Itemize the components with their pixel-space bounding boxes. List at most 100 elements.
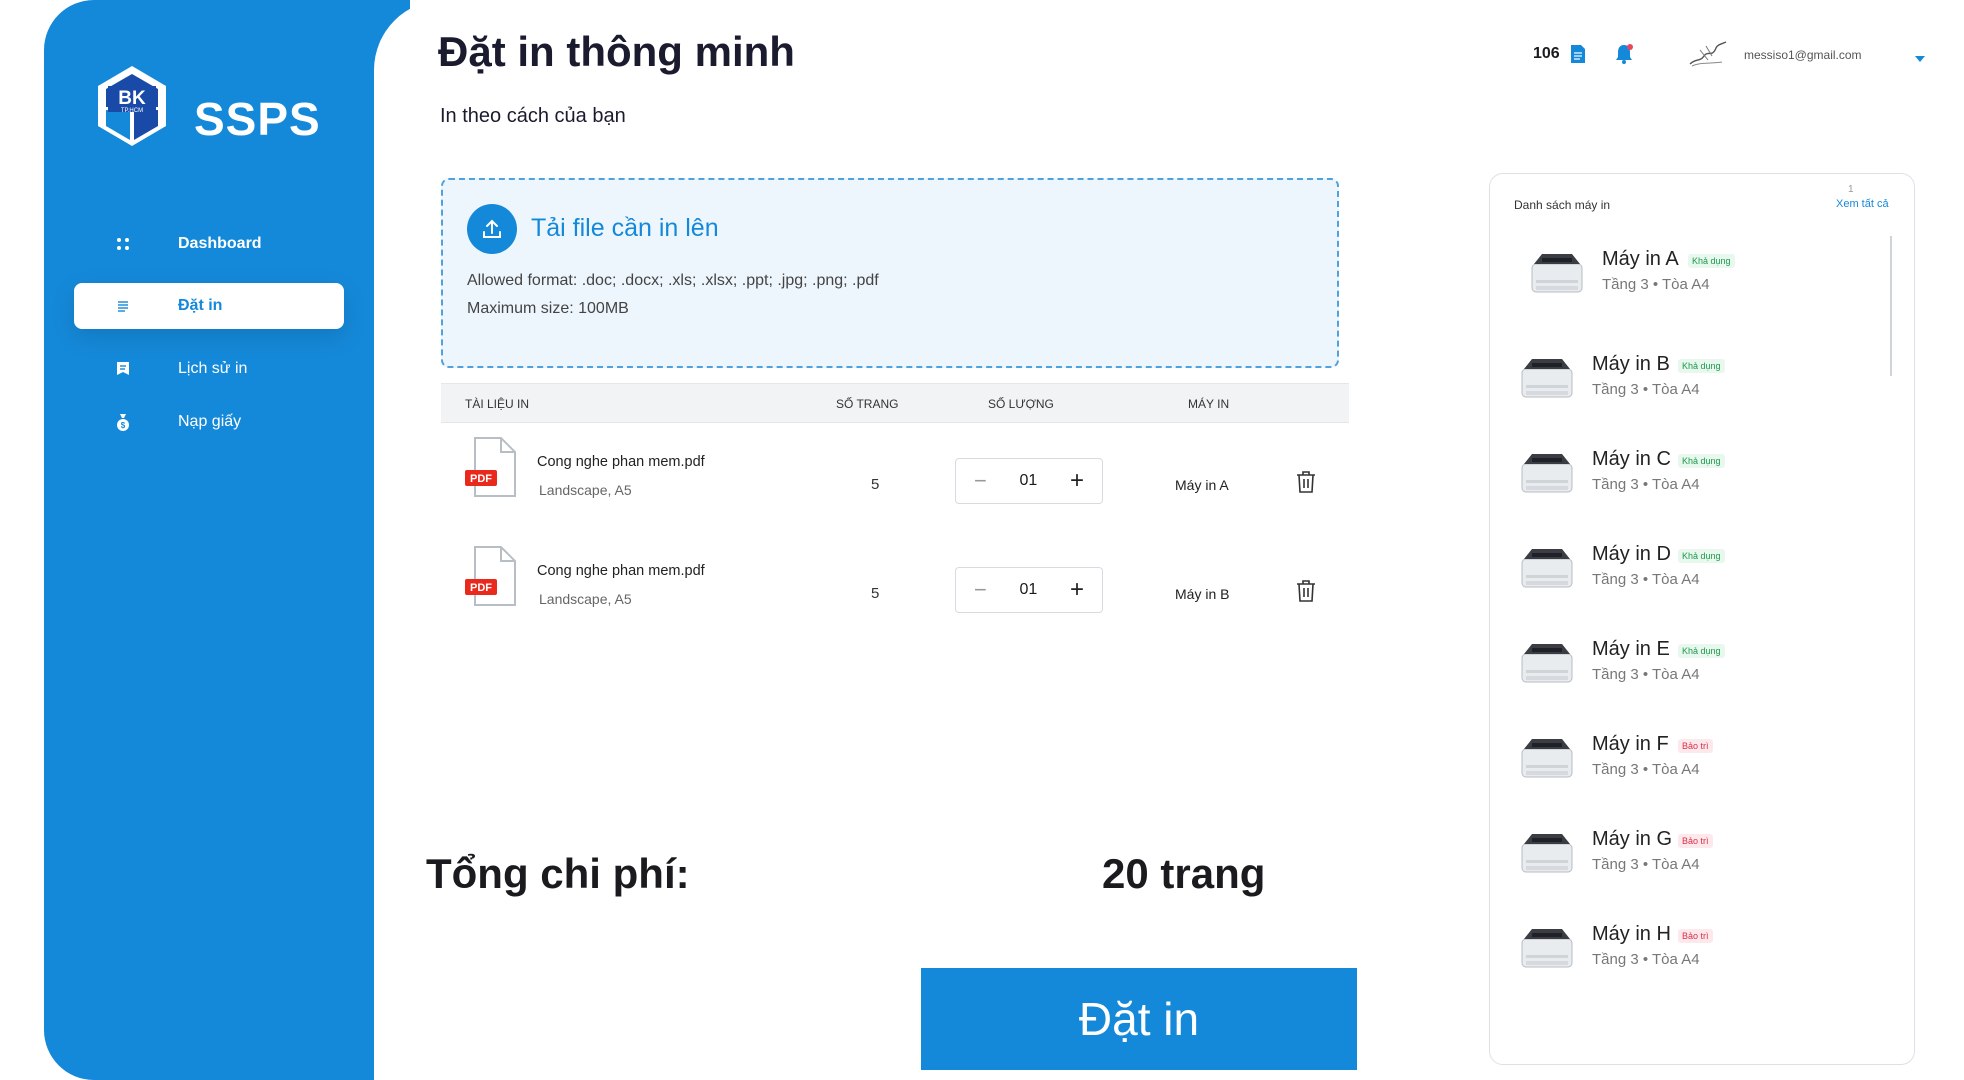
printer-icon — [1518, 830, 1576, 878]
panel-title: Danh sách máy in — [1514, 198, 1611, 212]
printer-location: Tầng 3 • Tòa A4 — [1592, 571, 1700, 588]
quantity-stepper: − 01 + — [955, 567, 1103, 613]
total-cost-label: Tổng chi phí: — [426, 850, 690, 897]
sidebar-item-label: Dashboard — [178, 235, 262, 252]
document-icon — [108, 299, 138, 313]
upload-formats: Allowed format: .doc; .docx; .xls; .xlsx… — [467, 272, 879, 289]
column-header-quantity: SỐ LƯỢNG — [988, 397, 1054, 411]
quantity-value[interactable]: 01 — [1020, 581, 1038, 599]
printer-list-item[interactable]: Máy in F Bảo trì Tầng 3 • Tòa A4 — [1518, 729, 1888, 799]
printer-list-item[interactable]: Máy in A Khả dụng Tầng 3 • Tòa A4 — [1528, 244, 1898, 314]
svg-text:PDF: PDF — [470, 582, 492, 594]
file-meta: Landscape, A5 — [539, 591, 632, 607]
increment-button[interactable]: + — [1070, 467, 1084, 495]
pdf-file-icon: PDF — [463, 436, 519, 500]
upload-title: Tải file cần in lên — [531, 214, 719, 242]
column-header-pages: SỐ TRANG — [836, 397, 899, 411]
trash-icon[interactable] — [1295, 470, 1317, 499]
total-cost-value: 20 trang — [1102, 850, 1266, 897]
printer-location: Tầng 3 • Tòa A4 — [1592, 951, 1700, 968]
printer-icon — [1518, 735, 1576, 783]
status-badge: Khả dụng — [1678, 359, 1725, 373]
printer-count: 1 — [1848, 184, 1854, 195]
printer-icon — [1528, 250, 1586, 298]
page-count: 5 — [871, 585, 880, 602]
page-balance: 106 — [1533, 44, 1586, 64]
increment-button[interactable]: + — [1070, 576, 1084, 604]
balance-value: 106 — [1533, 45, 1560, 62]
printer-list-panel: Danh sách máy in 1 Xem tất cả Máy in A Kh… — [1489, 173, 1915, 1065]
quantity-stepper: − 01 + — [955, 458, 1103, 504]
page-count: 5 — [871, 476, 880, 493]
decrement-button[interactable]: − — [974, 577, 987, 603]
printer-location: Tầng 3 • Tòa A4 — [1602, 276, 1710, 293]
file-name: Cong nghe phan mem.pdf — [537, 454, 705, 470]
chevron-down-icon[interactable] — [1914, 50, 1926, 68]
sidebar-item-dashboard[interactable]: Dashboard — [74, 221, 344, 267]
column-header-printer: MÁY IN — [1188, 397, 1230, 411]
printer-icon — [1518, 925, 1576, 973]
printer-list-item[interactable]: Máy in C Khả dụng Tầng 3 • Tòa A4 — [1518, 444, 1888, 514]
printer-list-item[interactable]: Máy in E Khả dụng Tầng 3 • Tòa A4 — [1518, 634, 1888, 704]
status-badge: Khả dụng — [1678, 454, 1725, 468]
printer-name: Máy in C — [1592, 448, 1671, 470]
printer-location: Tầng 3 • Tòa A4 — [1592, 381, 1700, 398]
sidebar-item-label: Nạp giấy — [178, 413, 242, 430]
printer-icon — [1518, 545, 1576, 593]
printer-name: Máy in F — [1592, 733, 1669, 755]
svg-text:$: $ — [121, 421, 126, 430]
history-icon — [108, 361, 138, 377]
notification-bell-icon[interactable] — [1612, 42, 1636, 71]
status-badge: Bảo trì — [1678, 834, 1713, 848]
sidebar: BK TP.HCM SSPS Dashboard Đặt in Lịch sử … — [44, 0, 374, 1080]
money-bag-icon: $ — [108, 413, 138, 431]
printer-name: Máy in B — [1592, 353, 1670, 375]
upload-icon[interactable] — [467, 204, 517, 254]
printer-list-item[interactable]: Máy in D Khả dụng Tầng 3 • Tòa A4 — [1518, 539, 1888, 609]
svg-text:TP.HCM: TP.HCM — [121, 108, 143, 114]
column-header-document: TÀI LIỆU IN — [465, 397, 530, 411]
printer-location: Tầng 3 • Tòa A4 — [1592, 856, 1700, 873]
pdf-file-icon: PDF — [463, 545, 519, 609]
printer-icon — [1518, 640, 1576, 688]
svg-text:BK: BK — [118, 88, 146, 109]
printer-list-item[interactable]: Máy in B Khả dụng Tầng 3 • Tòa A4 — [1518, 349, 1888, 419]
decrement-button[interactable]: − — [974, 468, 987, 494]
sidebar-item-topup[interactable]: $ Nạp giấy — [74, 399, 344, 445]
printer-icon — [1518, 355, 1576, 403]
upload-dropzone[interactable]: Tải file cần in lên Allowed format: .doc… — [441, 178, 1339, 368]
svg-text:PDF: PDF — [470, 473, 492, 485]
printer-list-item[interactable]: Máy in G Bảo trì Tầng 3 • Tòa A4 — [1518, 824, 1888, 894]
sidebar-item-label: Đặt in — [178, 297, 223, 314]
page-icon — [1570, 45, 1585, 63]
bk-logo[interactable]: BK TP.HCM — [84, 62, 180, 158]
printer-location: Tầng 3 • Tòa A4 — [1592, 476, 1700, 493]
sidebar-item-history[interactable]: Lịch sử in — [74, 346, 344, 392]
printer-name: Máy in E — [1592, 638, 1670, 660]
avatar[interactable] — [1686, 38, 1730, 70]
printer-select[interactable]: Máy in A — [1175, 477, 1229, 493]
file-meta: Landscape, A5 — [539, 482, 632, 498]
printer-location: Tầng 3 • Tòa A4 — [1592, 666, 1700, 683]
sidebar-item-label: Lịch sử in — [178, 360, 248, 377]
table-row: PDF Cong nghe phan mem.pdf Landscape, A5… — [441, 545, 1349, 645]
status-badge: Khả dụng — [1678, 549, 1725, 563]
printer-name: Máy in H — [1592, 923, 1671, 945]
sidebar-corner — [340, 0, 446, 72]
trash-icon[interactable] — [1295, 579, 1317, 608]
status-badge: Bảo trì — [1678, 929, 1713, 943]
status-badge: Khả dụng — [1678, 644, 1725, 658]
quantity-value[interactable]: 01 — [1020, 472, 1038, 490]
printer-select[interactable]: Máy in B — [1175, 586, 1229, 602]
printer-location: Tầng 3 • Tòa A4 — [1592, 761, 1700, 778]
printer-name: Máy in G — [1592, 828, 1673, 850]
submit-print-button[interactable]: Đặt in — [921, 968, 1357, 1070]
view-all-link[interactable]: Xem tất cả — [1836, 198, 1889, 210]
printer-list-item[interactable]: Máy in H Bảo trì Tầng 3 • Tòa A4 — [1518, 919, 1888, 989]
sidebar-item-dat-in[interactable]: Đặt in — [74, 283, 344, 329]
grid-icon — [108, 237, 138, 251]
table-row: PDF Cong nghe phan mem.pdf Landscape, A5… — [441, 436, 1349, 536]
printer-name: Máy in A — [1602, 248, 1679, 270]
page-subtitle: In theo cách của bạn — [440, 105, 626, 127]
status-badge: Bảo trì — [1678, 739, 1713, 753]
